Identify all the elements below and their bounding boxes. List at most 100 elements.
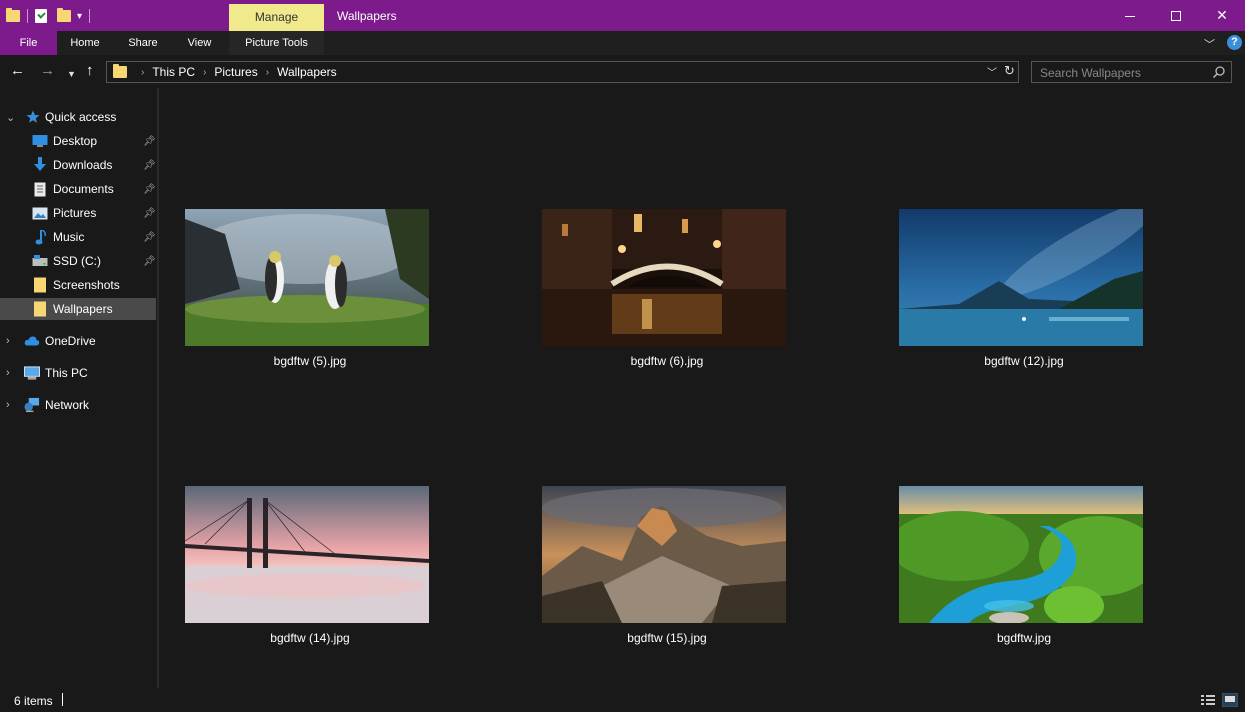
item-count: 6 items — [14, 694, 53, 708]
folder-icon[interactable] — [6, 8, 20, 22]
sidebar-item-onedrive[interactable]: › OneDrive — [0, 330, 156, 352]
tab-view[interactable]: View — [173, 31, 226, 55]
close-button[interactable]: ✕ — [1199, 0, 1245, 31]
star-icon — [25, 109, 41, 125]
ribbon-tab-bar: File Home Share View Picture Tools ﹀ ? — [0, 31, 1245, 55]
file-item[interactable]: bgdftw (5).jpg — [185, 209, 429, 368]
pin-icon[interactable]: 📌︎ — [143, 136, 156, 147]
pin-icon[interactable]: 📌︎ — [143, 232, 156, 243]
expanded-chevron-icon[interactable]: ⌄ — [6, 111, 15, 124]
pin-icon[interactable]: 📌︎ — [143, 184, 156, 195]
sidebar-item-label: OneDrive — [45, 334, 96, 348]
address-history-chevron-icon[interactable]: ﹀ — [987, 64, 997, 79]
manage-contextual-tab[interactable]: Manage — [229, 4, 324, 31]
sidebar-item-label: Wallpapers — [53, 302, 113, 316]
new-folder-icon[interactable] — [57, 8, 71, 22]
navigation-bar: ← → ▼ ↑ › This PC › Pictures › Wallpaper… — [0, 55, 1245, 88]
sidebar-item-pictures[interactable]: Pictures 📌︎ — [0, 202, 156, 224]
refresh-icon[interactable]: ↻ — [1004, 63, 1015, 79]
thumbnail-image[interactable] — [185, 209, 429, 346]
file-name[interactable]: bgdftw (15).jpg — [542, 631, 792, 645]
thumbnail-image[interactable] — [185, 486, 429, 623]
search-input[interactable]: Search Wallpapers — [1040, 66, 1141, 80]
pictures-icon — [32, 205, 48, 221]
tab-share[interactable]: Share — [113, 31, 173, 55]
sidebar-item-network[interactable]: › Network — [0, 394, 156, 416]
sidebar-item-screenshots[interactable]: Screenshots — [0, 274, 156, 296]
properties-icon[interactable] — [35, 9, 47, 23]
collapsed-chevron-icon[interactable]: › — [6, 399, 10, 411]
file-name[interactable]: bgdftw (5).jpg — [185, 354, 435, 368]
file-name[interactable]: bgdftw (6).jpg — [542, 354, 792, 368]
sidebar-item-label: Desktop — [53, 134, 98, 148]
tab-picture-tools[interactable]: Picture Tools — [229, 31, 324, 55]
sidebar-item-this-pc[interactable]: › This PC — [0, 362, 156, 384]
status-bar: 6 items — [0, 688, 1245, 712]
breadcrumb-chevron-icon[interactable]: › — [141, 67, 144, 78]
tab-file[interactable]: File — [0, 31, 57, 55]
large-icons-view-icon[interactable] — [1222, 693, 1238, 707]
sidebar-item-label: Downloads — [53, 158, 113, 172]
title-bar: ▾ Manage Wallpapers ✕ — [0, 0, 1245, 31]
thumbnail-image[interactable] — [542, 486, 786, 623]
help-icon[interactable]: ? — [1227, 35, 1242, 50]
thumbnail-image[interactable] — [899, 209, 1143, 346]
collapsed-chevron-icon[interactable]: › — [6, 367, 10, 379]
details-view-icon[interactable] — [1200, 693, 1216, 707]
file-item[interactable]: bgdftw (12).jpg — [899, 209, 1143, 368]
collapsed-chevron-icon[interactable]: › — [6, 335, 10, 347]
file-name[interactable]: bgdftw (12).jpg — [899, 354, 1149, 368]
tab-home[interactable]: Home — [57, 31, 113, 55]
file-name[interactable]: bgdftw (14).jpg — [185, 631, 435, 645]
back-arrow-icon[interactable]: ← — [10, 63, 25, 79]
sidebar-item-label: Pictures — [53, 206, 97, 220]
network-icon — [24, 397, 40, 413]
file-item[interactable]: bgdftw (14).jpg — [185, 486, 429, 645]
breadcrumb-chevron-icon[interactable]: › — [203, 67, 206, 78]
navigation-pane: ⌄ Quick access Desktop 📌︎ Downloads 📌︎ D… — [0, 88, 156, 688]
file-view: bgdftw (5).jpg bgdftw (6).jpg bgdftw (12… — [159, 88, 1245, 688]
sidebar-item-downloads[interactable]: Downloads 📌︎ — [0, 154, 156, 176]
maximize-icon — [1171, 11, 1181, 22]
recent-locations-chevron-icon[interactable]: ▼ — [67, 66, 76, 82]
maximize-button[interactable] — [1153, 0, 1199, 31]
up-arrow-icon[interactable]: ↑ — [86, 63, 94, 79]
toolbar-separator — [89, 9, 91, 23]
file-item[interactable]: bgdftw.jpg — [899, 486, 1143, 645]
customize-toolbar-chevron-icon[interactable]: ▾ — [77, 11, 82, 22]
status-separator — [62, 693, 63, 706]
sidebar-item-documents[interactable]: Documents 📌︎ — [0, 178, 156, 200]
sidebar-item-label: Network — [45, 398, 90, 412]
sidebar-item-ssd[interactable]: SSD (C:) 📌︎ — [0, 250, 156, 272]
pin-icon[interactable]: 📌︎ — [143, 256, 156, 267]
file-item[interactable]: bgdftw (6).jpg — [542, 209, 786, 368]
folder-icon — [32, 301, 48, 317]
sidebar-item-label: Quick access — [45, 110, 117, 124]
address-bar[interactable]: › This PC › Pictures › Wallpapers ﹀ ↻ — [106, 61, 1019, 83]
folder-icon — [32, 277, 48, 293]
sidebar-item-label: This PC — [45, 366, 88, 380]
thumbnail-image[interactable] — [542, 209, 786, 346]
expand-ribbon-chevron-icon[interactable]: ﹀ — [1204, 36, 1215, 52]
pin-icon[interactable]: 📌︎ — [143, 208, 156, 219]
breadcrumb-wallpapers[interactable]: Wallpapers — [277, 65, 337, 79]
forward-arrow-icon[interactable]: → — [40, 63, 55, 79]
file-name[interactable]: bgdftw.jpg — [899, 631, 1149, 645]
search-box[interactable]: Search Wallpapers — [1031, 61, 1232, 83]
close-icon: ✕ — [1216, 7, 1228, 23]
breadcrumb-pictures[interactable]: Pictures — [214, 65, 257, 79]
sidebar-item-quick-access[interactable]: ⌄ Quick access — [0, 106, 156, 128]
pin-icon[interactable]: 📌︎ — [143, 160, 156, 171]
search-icon[interactable] — [1212, 65, 1226, 79]
folder-icon — [113, 64, 127, 78]
sidebar-item-wallpapers[interactable]: Wallpapers — [0, 298, 156, 320]
sidebar-item-music[interactable]: Music 📌︎ — [0, 226, 156, 248]
documents-icon — [32, 181, 48, 197]
sidebar-item-desktop[interactable]: Desktop 📌︎ — [0, 130, 156, 152]
file-item[interactable]: bgdftw (15).jpg — [542, 486, 786, 645]
breadcrumb-chevron-icon[interactable]: › — [266, 67, 269, 78]
breadcrumb-this-pc[interactable]: This PC — [152, 65, 195, 79]
toolbar-separator — [27, 9, 28, 23]
thumbnail-image[interactable] — [899, 486, 1143, 623]
minimize-button[interactable] — [1107, 0, 1153, 31]
